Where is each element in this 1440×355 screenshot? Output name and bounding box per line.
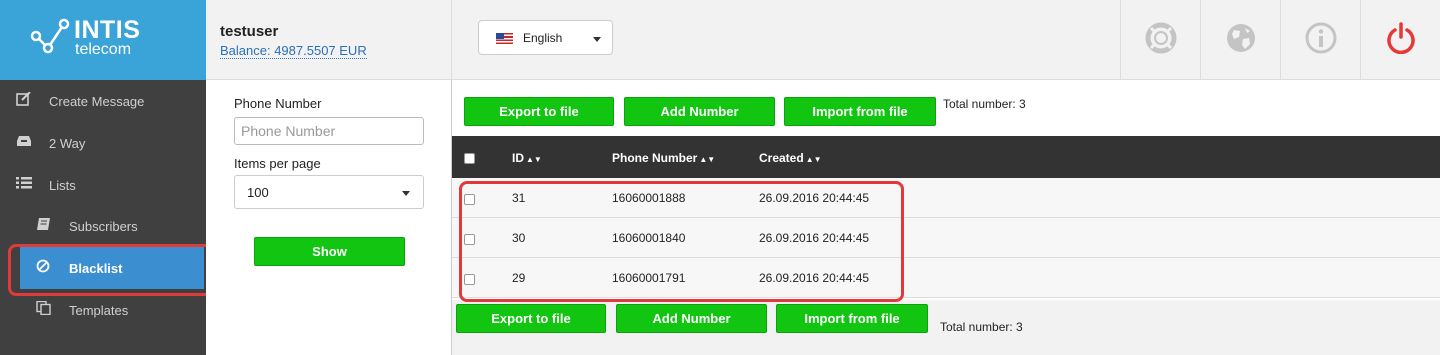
logout-button[interactable] <box>1360 0 1440 80</box>
sidebar-item-label: 2 Way <box>49 136 86 151</box>
power-icon <box>1387 22 1415 54</box>
sidebar-item-create-message[interactable]: Create Message <box>0 80 206 122</box>
book-icon <box>37 218 50 230</box>
items-per-page-value: 100 <box>247 185 269 200</box>
lifebuoy-icon <box>1145 22 1177 54</box>
add-number-button-bottom[interactable]: Add Number <box>616 304 767 333</box>
network-icon <box>30 18 70 54</box>
us-flag-icon <box>496 33 513 44</box>
top-header: INTIS telecom testuser Balance: 4987.550… <box>0 0 1440 80</box>
sidebar-item-label: Create Message <box>49 94 145 109</box>
list-icon <box>16 177 32 189</box>
sidebar: Create Message 2 Way Lists Subscribers B… <box>0 80 206 355</box>
filter-panel: Phone Number Items per page 100 Show <box>206 80 452 355</box>
sort-icon: ▲▼ <box>805 155 822 164</box>
total-number-bottom: Total number: 3 <box>940 320 1023 334</box>
bottom-toolbar: Export to file Add Number Import from fi… <box>452 300 1440 355</box>
chevron-down-icon <box>402 191 410 196</box>
items-per-page-select[interactable]: 100 <box>234 175 424 209</box>
phone-number-label: Phone Number <box>234 96 322 111</box>
sidebar-item-label: Lists <box>49 178 76 193</box>
info-icon <box>1305 22 1337 54</box>
inbox-icon <box>17 136 31 146</box>
language-select[interactable]: English <box>478 20 613 55</box>
chevron-down-icon <box>593 37 601 42</box>
highlight-annotation <box>459 181 904 302</box>
sort-icon: ▲▼ <box>526 155 542 164</box>
brand-subtitle: telecom <box>75 41 132 58</box>
export-to-file-button-top[interactable]: Export to file <box>464 97 614 126</box>
column-header-created[interactable]: Created ▲▼ <box>759 151 822 165</box>
copy-icon <box>36 301 51 315</box>
sidebar-item-label: Templates <box>69 303 129 318</box>
column-header-label: Created <box>759 151 804 165</box>
items-per-page-label: Items per page <box>234 156 321 171</box>
add-number-button-top[interactable]: Add Number <box>624 97 775 126</box>
column-header-phone-number[interactable]: Phone Number ▲▼ <box>612 151 715 165</box>
sidebar-item-label: Subscribers <box>69 219 138 234</box>
column-header-id[interactable]: ID ▲▼ <box>512 151 542 165</box>
phone-number-input[interactable] <box>234 117 424 145</box>
globe-button[interactable] <box>1200 0 1280 80</box>
column-header-label: Phone Number <box>612 151 698 165</box>
sidebar-item-2-way[interactable]: 2 Way <box>0 122 206 164</box>
brand-logo[interactable]: INTIS telecom <box>0 0 206 80</box>
total-number-top: Total number: 3 <box>943 97 1026 111</box>
globe-icon <box>1227 24 1255 52</box>
app: INTIS telecom testuser Balance: 4987.550… <box>0 0 1440 355</box>
show-button[interactable]: Show <box>254 237 405 266</box>
sidebar-item-lists[interactable]: Lists <box>0 164 206 206</box>
support-button[interactable] <box>1120 0 1200 80</box>
select-all-checkbox[interactable] <box>464 153 475 164</box>
user-info: testuser Balance: 4987.5507 EUR <box>206 0 452 80</box>
import-from-file-button-top[interactable]: Import from file <box>784 97 936 126</box>
table-header: ID ▲▼ Phone Number ▲▼ Created ▲▼ <box>452 136 1440 178</box>
username: testuser <box>220 23 279 40</box>
info-button[interactable] <box>1280 0 1360 80</box>
sort-icon: ▲▼ <box>699 155 716 164</box>
language-label: English <box>523 31 563 45</box>
export-to-file-button-bottom[interactable]: Export to file <box>456 304 606 333</box>
column-header-label: ID <box>512 151 524 165</box>
sidebar-item-subscribers[interactable]: Subscribers <box>0 205 206 247</box>
import-from-file-button-bottom[interactable]: Import from file <box>776 304 928 333</box>
edit-icon <box>16 92 31 106</box>
highlight-annotation <box>8 244 217 296</box>
balance-link[interactable]: Balance: 4987.5507 EUR <box>220 43 367 59</box>
